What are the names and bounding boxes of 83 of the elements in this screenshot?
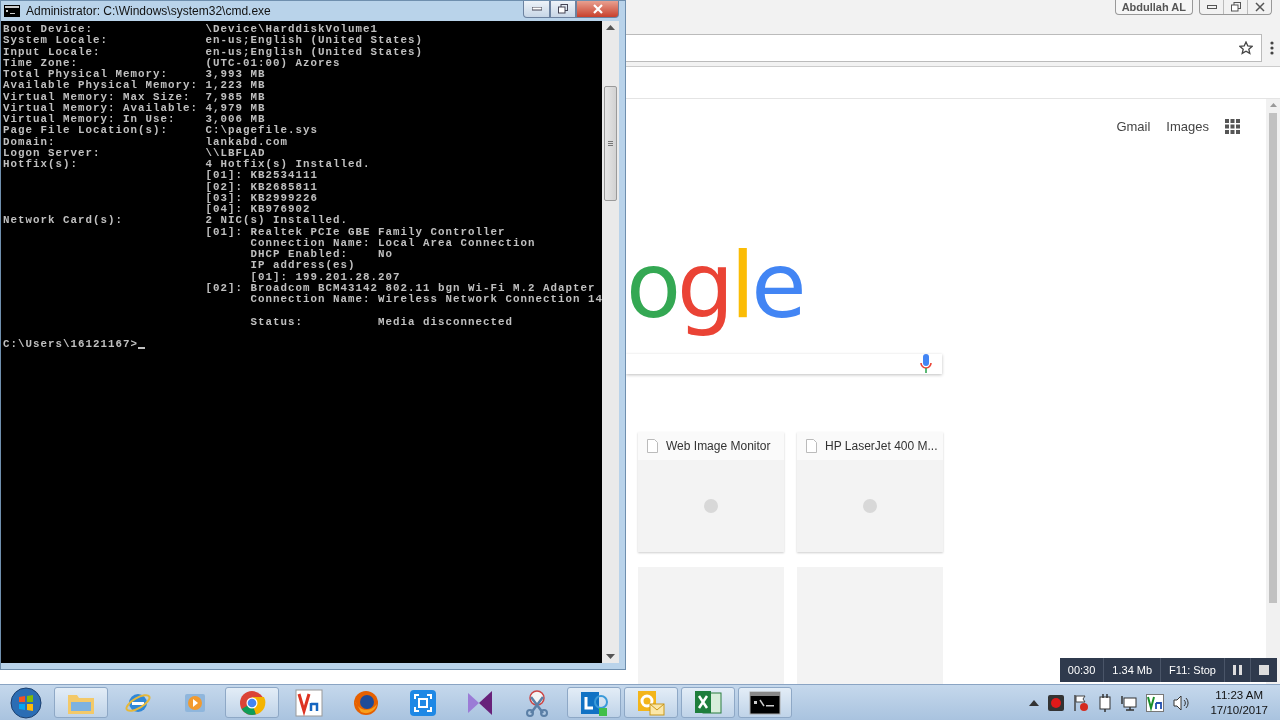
- scroll-thumb[interactable]: [604, 86, 617, 201]
- console-line: Virtual Memory: Max Size: 7,985 MB: [3, 91, 266, 103]
- shortcut-tile[interactable]: HP LaserJet 400 M...: [797, 432, 943, 552]
- speaker-icon[interactable]: [1173, 694, 1192, 711]
- flag-icon[interactable]: [1073, 693, 1090, 712]
- console-line: Virtual Memory: In Use: 3,006 MB: [3, 114, 266, 125]
- console-line: Time Zone: (UTC-01:00) Azores: [3, 57, 341, 69]
- microphone-icon[interactable]: [920, 354, 932, 374]
- console-icon: [4, 5, 20, 17]
- scroll-down-icon[interactable]: [606, 654, 615, 659]
- console-line: IP address(es): [249, 260, 356, 272]
- console-line: Connection Name: Local Area Connection: [249, 237, 536, 249]
- close-button[interactable]: [576, 1, 619, 18]
- screen-capture-icon[interactable]: [409, 688, 437, 717]
- console-line: DHCP Enabled: No: [249, 249, 393, 260]
- console-line: Input Locale: en-us;English (United States): [3, 46, 423, 58]
- vnc-icon[interactable]: [1146, 693, 1165, 712]
- placeholder-dot: [704, 499, 718, 513]
- console-line: Status: Media disconnected: [249, 316, 513, 328]
- close-icon: [1254, 2, 1265, 12]
- pause-icon: [1233, 665, 1242, 675]
- visual-studio-icon[interactable]: [465, 688, 495, 717]
- recording-time: 00:30: [1059, 658, 1105, 682]
- file-size: 1.34 Mb: [1104, 658, 1162, 682]
- console-line: Boot Device: \Device\HarddiskVolume1: [3, 24, 378, 35]
- minimize-icon: [1206, 5, 1217, 9]
- power-plug-icon[interactable]: [1098, 693, 1113, 712]
- console-line: Logon Server: \\LBFLAD: [3, 147, 266, 159]
- tile-title: HP LaserJet 400 M...: [825, 439, 938, 453]
- network-icon[interactable]: [1121, 694, 1138, 711]
- excel-icon[interactable]: [693, 688, 723, 717]
- stop-icon: [1259, 665, 1269, 675]
- restore-icon: [558, 4, 568, 14]
- maximize-button[interactable]: [550, 1, 576, 18]
- console-line: [01]: Realtek PCIe GBE Family Controller: [204, 226, 506, 238]
- clock-time[interactable]: 11:23 AM: [1215, 687, 1264, 703]
- console-line: [04]: KB976902: [204, 204, 311, 215]
- console-icon[interactable]: [749, 690, 781, 715]
- console-line: [03]: KB2999226: [204, 192, 318, 204]
- page-icon: [647, 439, 658, 453]
- header-link[interactable]: Gmail: [1116, 119, 1151, 134]
- console-line: Hotfix(s): 4 Hotfix(s) Installed.: [3, 159, 371, 171]
- stop-hotkey[interactable]: F11: Stop: [1161, 658, 1225, 682]
- shortcut-tile[interactable]: Web Image Monitor: [638, 432, 784, 552]
- console-line: Connection Name: Wireless Network Connection 14: [249, 294, 602, 306]
- scroll-thumb[interactable]: [1269, 113, 1277, 603]
- chrome-icon[interactable]: [238, 688, 266, 717]
- console-line: C:\Users\16121167>: [3, 339, 138, 351]
- restore-icon: [1230, 2, 1241, 12]
- console-line: Page File Location(s): C:\pagefile.sys: [3, 125, 318, 137]
- apps-grid-icon[interactable]: [1225, 119, 1240, 134]
- console-line: Total Physical Memory: 3,993 MB: [3, 69, 266, 81]
- console-line: Network Card(s): 2 NIC(s) Installed.: [3, 215, 348, 227]
- star-icon[interactable]: [1239, 41, 1253, 55]
- scrollbar[interactable]: [602, 21, 619, 663]
- show-hidden-icons-icon[interactable]: [1029, 699, 1040, 706]
- console-line: Available Physical Memory: 1,223 MB: [3, 80, 266, 92]
- console-line: [02]: KB2685811: [204, 181, 318, 193]
- scrollbar[interactable]: [1266, 99, 1280, 684]
- record-icon[interactable]: [1048, 694, 1065, 711]
- console-line: Virtual Memory: Available: 4,979 MB: [3, 102, 266, 114]
- placeholder-dot: [863, 499, 877, 513]
- scissors-icon[interactable]: [523, 688, 551, 717]
- profile-button[interactable]: Abdullah AL: [1114, 0, 1193, 15]
- firefox-icon[interactable]: [352, 688, 380, 717]
- search-field[interactable]: [626, 354, 942, 374]
- minimize-icon: [531, 7, 542, 11]
- taskbar-button[interactable]: [738, 687, 792, 718]
- console-line: [01]: KB2534111: [204, 170, 318, 182]
- header-link[interactable]: Images: [1166, 119, 1209, 134]
- window-title: Administrator: C:\Windows\system32\cmd.exe: [26, 4, 272, 18]
- console-line: System Locale: en-us;English (United States): [3, 35, 423, 47]
- console-line: [01]: 199.201.28.207: [249, 271, 401, 283]
- clock-date[interactable]: 17/10/2017: [1210, 702, 1268, 718]
- page-icon: [806, 439, 817, 453]
- logo: ogle: [626, 232, 803, 340]
- close-icon: [591, 4, 604, 14]
- menu-icon[interactable]: [1270, 41, 1274, 55]
- console-line: [02]: Broadcom BCM43142 802.11 bgn Wi-Fi M.2 Adapter: [204, 282, 596, 294]
- scroll-up-icon[interactable]: [606, 25, 615, 30]
- tile-title: Web Image Monitor: [666, 439, 771, 453]
- console-line: Domain: lankabd.com: [3, 136, 288, 148]
- vnc-icon[interactable]: [295, 688, 323, 717]
